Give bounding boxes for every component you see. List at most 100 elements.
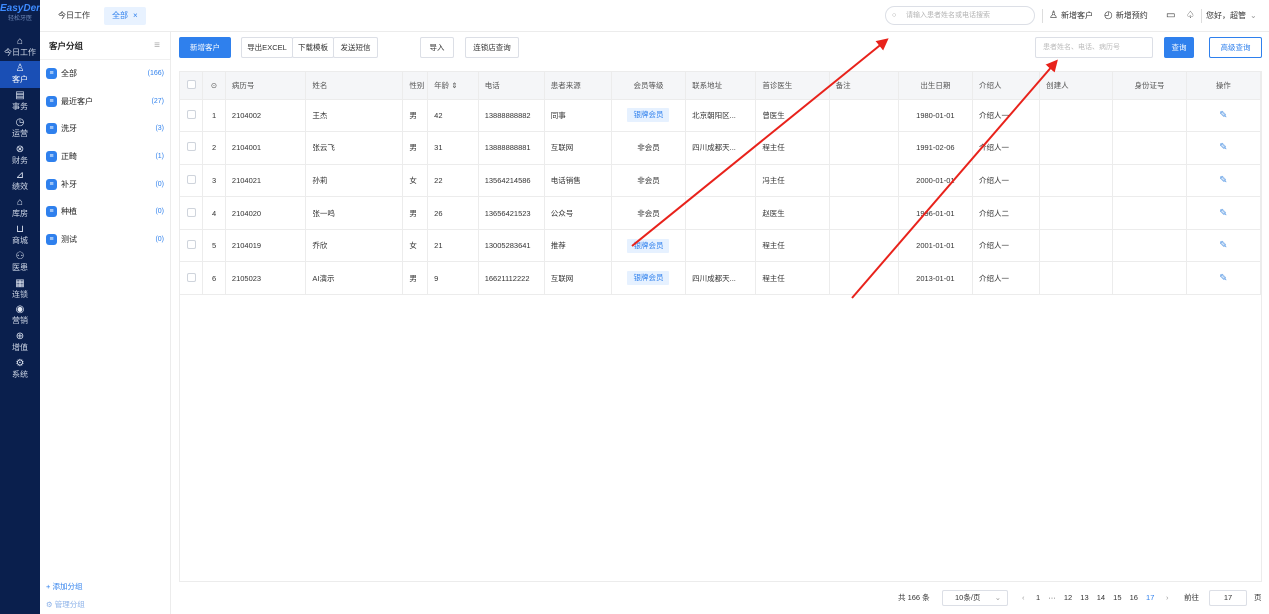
page-16[interactable]: 16 xyxy=(1130,588,1138,608)
table-row[interactable]: 4 2104020 张一鸣男 26 13656421523 公众号 非会员 赵医生 1996-0… xyxy=(180,196,1262,230)
table-row[interactable]: 3 2104021 孙莉女 22 13564214586 电话销售 非会员 冯主任 2000-0… xyxy=(180,164,1262,198)
header-creator: 创建人 xyxy=(1039,72,1114,100)
edit-icon[interactable]: ✎ xyxy=(1219,142,1227,153)
download-template-button[interactable]: 下载模板 xyxy=(292,37,334,58)
edit-icon[interactable]: ✎ xyxy=(1219,240,1227,251)
nav-item-10[interactable]: ◉ 营销 xyxy=(0,302,40,329)
cell-name[interactable]: 张云飞 xyxy=(305,131,404,165)
nav-item-9[interactable]: ▦ 连锁 xyxy=(0,275,40,302)
new-customer-button[interactable]: 新增客户 xyxy=(179,37,231,58)
cell-member-level: 非会员 xyxy=(611,196,687,230)
table-row[interactable]: 2 2104001 张云飞男 31 13888888881 互联网 非会员 四川成都天... 程… xyxy=(180,131,1262,165)
cell-record-no: 2104001 xyxy=(225,131,307,165)
nav-item-6[interactable]: ⌂ 库房 xyxy=(0,195,40,222)
row-checkbox[interactable] xyxy=(180,261,204,296)
tab-all[interactable]: 全部 × xyxy=(104,7,146,25)
cell-name[interactable]: 孙莉 xyxy=(305,164,404,198)
chain-store-query-button[interactable]: 连锁店查询 xyxy=(465,37,519,58)
row-checkbox[interactable] xyxy=(180,229,204,263)
group-item[interactable]: ≡ 洗牙 (3) xyxy=(40,115,170,143)
send-sms-button[interactable]: 发送短信 xyxy=(333,37,378,58)
group-icon: ≡ xyxy=(46,233,57,245)
header-age[interactable]: 年龄 ⇕ xyxy=(427,72,479,100)
cell-remark xyxy=(829,229,899,263)
table-row[interactable]: 5 2104019 乔欣女 21 13005283641 推荐 银牌会员 程主任 2001-01… xyxy=(180,229,1262,263)
manage-group-link[interactable]: ⚙ 管理分组 xyxy=(40,596,170,614)
member-badge: 银牌会员 xyxy=(627,238,670,253)
edit-icon[interactable]: ✎ xyxy=(1219,273,1227,284)
page-13[interactable]: 13 xyxy=(1080,588,1088,608)
marketing-icon: ◉ xyxy=(15,304,25,316)
edit-icon[interactable]: ✎ xyxy=(1219,175,1227,186)
customer-search-input[interactable]: 患者姓名、电话、病历号 xyxy=(1035,37,1153,58)
table-row[interactable]: 6 2105023 AI演示男 9 16621112222 互联网 银牌会员 四川成都天...… xyxy=(180,261,1262,296)
goto-page-input[interactable]: 17 xyxy=(1209,590,1247,606)
page-12[interactable]: 12 xyxy=(1064,588,1072,608)
group-item[interactable]: ≡ 种植 (0) xyxy=(40,198,170,226)
add-appointment-link[interactable]: ◴ 新增预约 xyxy=(1104,10,1148,21)
row-checkbox[interactable] xyxy=(180,99,204,133)
nav-item-1[interactable]: ♙ 客户 xyxy=(0,60,40,88)
nav-item-3[interactable]: ◷ 运营 xyxy=(0,114,40,141)
cell-name[interactable]: AI演示 xyxy=(305,261,404,296)
nav-item-8[interactable]: ⚇ 医患 xyxy=(0,248,40,275)
group-item[interactable]: ≡ 正畸 (1) xyxy=(40,143,170,171)
page-ellipsis[interactable]: ··· xyxy=(1048,588,1056,608)
cell-creator xyxy=(1039,164,1114,198)
table-row[interactable]: 1 2104002 王杰男 42 13888888882 同事 银牌会员 北京朝阳区... 曾医… xyxy=(180,99,1262,133)
tab-today-work[interactable]: 今日工作 xyxy=(50,7,98,25)
page-1[interactable]: 1 xyxy=(1036,588,1040,608)
page-14[interactable]: 14 xyxy=(1097,588,1105,608)
nav-item-4[interactable]: ⊗ 财务 xyxy=(0,141,40,168)
nav-item-12[interactable]: ⚙ 系统 xyxy=(0,356,40,383)
customer-table: ⊙ 病历号 姓名 性别 年龄 ⇕ 电话 患者来源 会员等级 联系地址 首诊医生 … xyxy=(179,71,1262,582)
group-item[interactable]: ≡ 最近客户 (27) xyxy=(40,88,170,116)
row-checkbox[interactable] xyxy=(180,196,204,230)
page-size-select[interactable]: 10条/页 ⌄ xyxy=(942,590,1008,606)
advanced-query-button[interactable]: 高级查询 xyxy=(1209,37,1262,58)
cell-action: ✎ xyxy=(1186,196,1262,230)
edit-icon[interactable]: ✎ xyxy=(1219,110,1227,121)
member-badge: 银牌会员 xyxy=(627,271,670,286)
row-checkbox[interactable] xyxy=(180,131,204,165)
settings-icon[interactable]: ⊙ xyxy=(202,72,226,100)
group-item[interactable]: ≡ 补牙 (0) xyxy=(40,170,170,198)
cell-remark xyxy=(829,196,899,230)
nav-item-11[interactable]: ⊕ 增值 xyxy=(0,329,40,356)
bell-icon[interactable]: ♤ xyxy=(1186,10,1198,21)
cell-age: 21 xyxy=(427,229,479,263)
close-icon[interactable]: × xyxy=(133,11,138,20)
cell-name[interactable]: 乔欣 xyxy=(305,229,404,263)
nav-item-7[interactable]: ⊔ 商城 xyxy=(0,222,40,249)
nav-item-2[interactable]: ▤ 事务 xyxy=(0,88,40,115)
cell-birth-date: 1996-01-01 xyxy=(898,196,974,230)
user-menu[interactable]: 您好，超管 ⌄ xyxy=(1206,10,1257,21)
cell-birth-date: 1980-01-01 xyxy=(898,99,974,133)
page-15[interactable]: 15 xyxy=(1113,588,1121,608)
cell-name[interactable]: 张一鸣 xyxy=(305,196,404,230)
add-customer-link[interactable]: ♙ 新增客户 xyxy=(1049,10,1093,21)
group-item[interactable]: ≡ 测试 (0) xyxy=(40,226,170,254)
page-17-current[interactable]: 17 xyxy=(1146,588,1154,608)
add-group-link[interactable]: + 添加分组 xyxy=(40,578,170,596)
header-action: 操作 xyxy=(1186,72,1262,100)
message-icon[interactable]: ▭ xyxy=(1166,10,1178,21)
prev-page-button[interactable]: ‹ xyxy=(1022,588,1025,608)
import-button[interactable]: 导入 xyxy=(420,37,454,58)
cell-gender: 女 xyxy=(402,229,429,263)
export-excel-button[interactable]: 导出EXCEL xyxy=(241,37,293,58)
nav-item-0[interactable]: ⌂ 今日工作 xyxy=(0,34,40,61)
cell-id-card xyxy=(1112,131,1187,165)
cell-name[interactable]: 王杰 xyxy=(305,99,404,133)
nav-item-5[interactable]: ⊿ 绩效 xyxy=(0,168,40,195)
edit-icon[interactable]: ✎ xyxy=(1219,208,1227,219)
warehouse-icon: ⌂ xyxy=(16,197,24,209)
query-button[interactable]: 查询 xyxy=(1164,37,1194,58)
row-checkbox[interactable] xyxy=(180,164,204,198)
cell-doctor: 冯主任 xyxy=(755,164,830,198)
patient-search-input[interactable]: ○ 请输入患者姓名或电话搜索 xyxy=(885,6,1035,25)
next-page-button[interactable]: › xyxy=(1166,588,1169,608)
select-all-checkbox[interactable] xyxy=(180,72,204,100)
menu-icon[interactable]: ≡ xyxy=(154,32,160,60)
group-item[interactable]: ≡ 全部 (166) xyxy=(40,60,170,88)
